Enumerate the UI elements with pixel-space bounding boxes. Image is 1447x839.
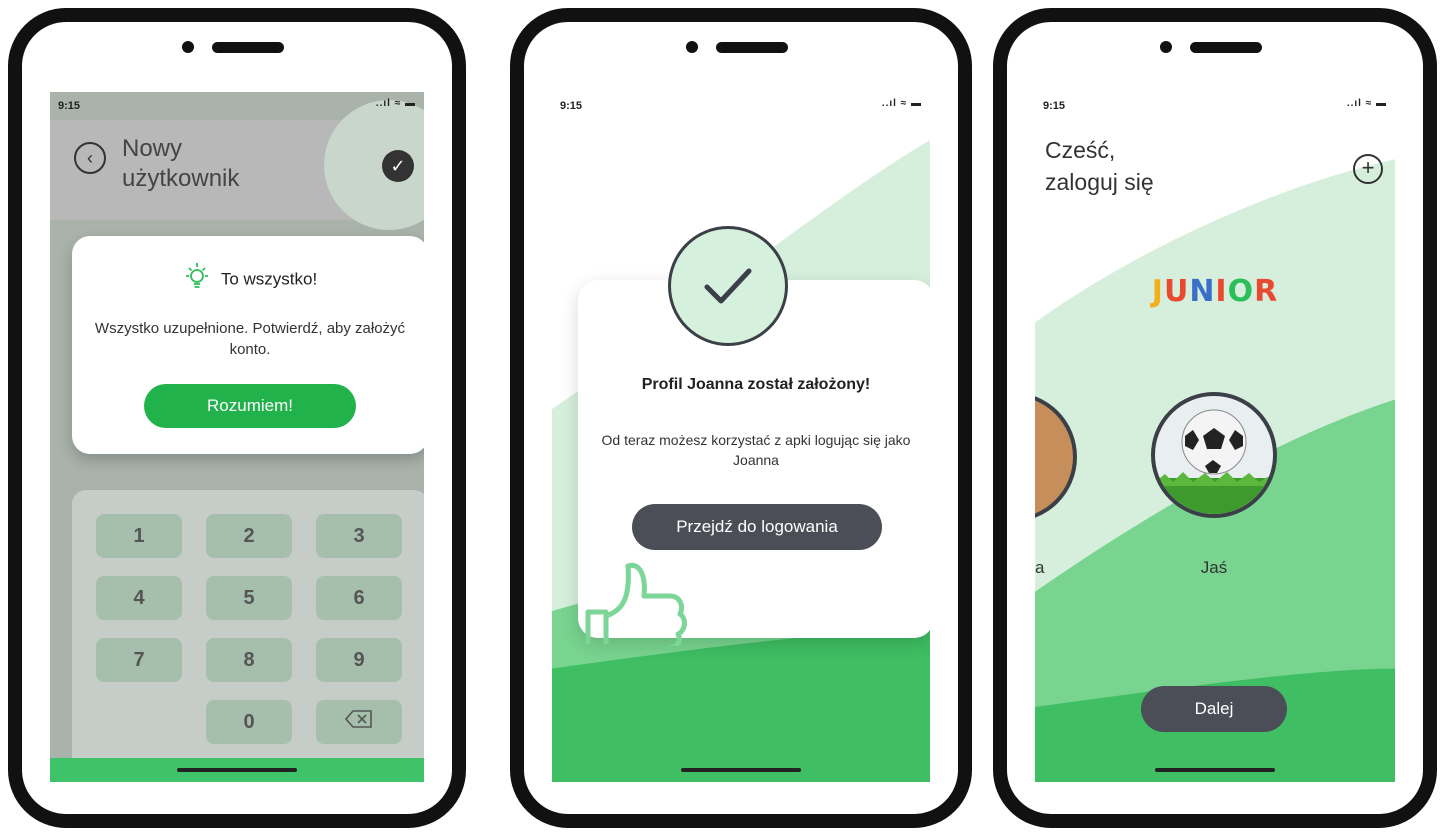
success-text: Od teraz możesz korzystać z apki logując…	[601, 432, 911, 468]
understood-button[interactable]: Rozumiem!	[144, 384, 356, 428]
logo-letter: I	[1215, 274, 1228, 309]
screen-new-user: 9:15 ..ıl ≈ ▬ ‹ Nowy użytkownik ✓ To wsz…	[50, 92, 424, 782]
key-4[interactable]: 4	[96, 576, 182, 620]
phone-notch	[182, 38, 292, 58]
status-icons: ..ıl ≈ ▬	[881, 98, 922, 109]
profile-name: Jaś	[1200, 558, 1228, 577]
screen-profile-created: 9:15 ..ıl ≈ ▬ Profil Joanna został założ…	[552, 92, 930, 782]
plus-icon: +	[1361, 155, 1375, 180]
status-icons: ..ıl ≈ ▬	[1346, 98, 1387, 109]
key-1[interactable]: 1	[96, 514, 182, 558]
chevron-left-icon: ‹	[87, 148, 93, 168]
key-9[interactable]: 9	[316, 638, 402, 682]
profile-avatar-jas[interactable]	[1151, 392, 1277, 518]
backspace-icon	[344, 710, 373, 733]
success-title: Profil Joanna został założony!	[641, 376, 871, 393]
key-5[interactable]: 5	[206, 576, 292, 620]
lightbulb-icon	[183, 262, 211, 298]
success-check-circle	[668, 226, 788, 346]
key-2[interactable]: 2	[206, 514, 292, 558]
key-6[interactable]: 6	[316, 576, 402, 620]
home-indicator	[681, 768, 801, 772]
status-bar: 9:15 ..ıl ≈ ▬	[1035, 92, 1395, 120]
logo-letter: N	[1189, 274, 1216, 309]
modal-title-text: To wszystko!	[220, 269, 318, 289]
logo-letter: J	[1151, 274, 1164, 309]
add-profile-button[interactable]: +	[1353, 154, 1383, 184]
back-button[interactable]: ‹	[74, 142, 106, 174]
phone-frame-new-user: 9:15 ..ıl ≈ ▬ ‹ Nowy użytkownik ✓ To wsz…	[8, 8, 466, 828]
junior-logo: JUNIOR	[1035, 274, 1395, 309]
check-icon: ✓	[390, 156, 406, 176]
key-3[interactable]: 3	[316, 514, 402, 558]
greeting-title: Cześć, zaloguj się	[1045, 137, 1154, 195]
modal-text: Wszystko uzupełnione. Potwierdź, aby zał…	[94, 320, 406, 358]
status-bar: 9:15 ..ıl ≈ ▬	[50, 92, 424, 120]
logo-letter: U	[1163, 274, 1190, 309]
screen-login: 9:15 ..ıl ≈ ▬ Cześć, zaloguj się + JUNIO…	[1035, 92, 1395, 782]
soccer-ball-image	[1155, 409, 1273, 514]
go-to-login-button[interactable]: Przejdź do logowania	[632, 504, 882, 550]
status-bar: 9:15 ..ıl ≈ ▬	[552, 92, 930, 120]
next-button[interactable]: Dalej	[1141, 686, 1287, 732]
key-7[interactable]: 7	[96, 638, 182, 682]
modal-title: To wszystko!	[72, 262, 424, 298]
thumbs-up-icon	[585, 562, 687, 646]
pin-keypad: 1 2 3 4 5 6 7 8 9 0	[72, 490, 424, 772]
logo-letter: R	[1254, 274, 1279, 309]
logo-letter: O	[1227, 274, 1255, 309]
info-modal: To wszystko! Wszystko uzupełnione. Potwi…	[72, 236, 424, 454]
phone-notch	[1160, 38, 1270, 58]
backspace-key[interactable]	[316, 700, 402, 744]
status-icons: ..ıl ≈ ▬	[375, 98, 416, 109]
phone-notch	[686, 38, 796, 58]
home-indicator	[1155, 768, 1275, 772]
home-indicator	[177, 768, 297, 772]
confirm-check-button[interactable]: ✓	[382, 150, 414, 182]
page-title: Nowy użytkownik	[122, 135, 240, 192]
status-time: 9:15	[1043, 100, 1066, 112]
status-time: 9:15	[58, 100, 81, 112]
phone-frame-profile-created: 9:15 ..ıl ≈ ▬ Profil Joanna został założ…	[510, 8, 972, 828]
status-time: 9:15	[560, 100, 583, 112]
phone-frame-login: 9:15 ..ıl ≈ ▬ Cześć, zaloguj się + JUNIO…	[993, 8, 1437, 828]
key-0[interactable]: 0	[206, 700, 292, 744]
header: ‹ Nowy użytkownik ✓	[50, 100, 424, 230]
key-8[interactable]: 8	[206, 638, 292, 682]
check-icon	[704, 268, 752, 304]
